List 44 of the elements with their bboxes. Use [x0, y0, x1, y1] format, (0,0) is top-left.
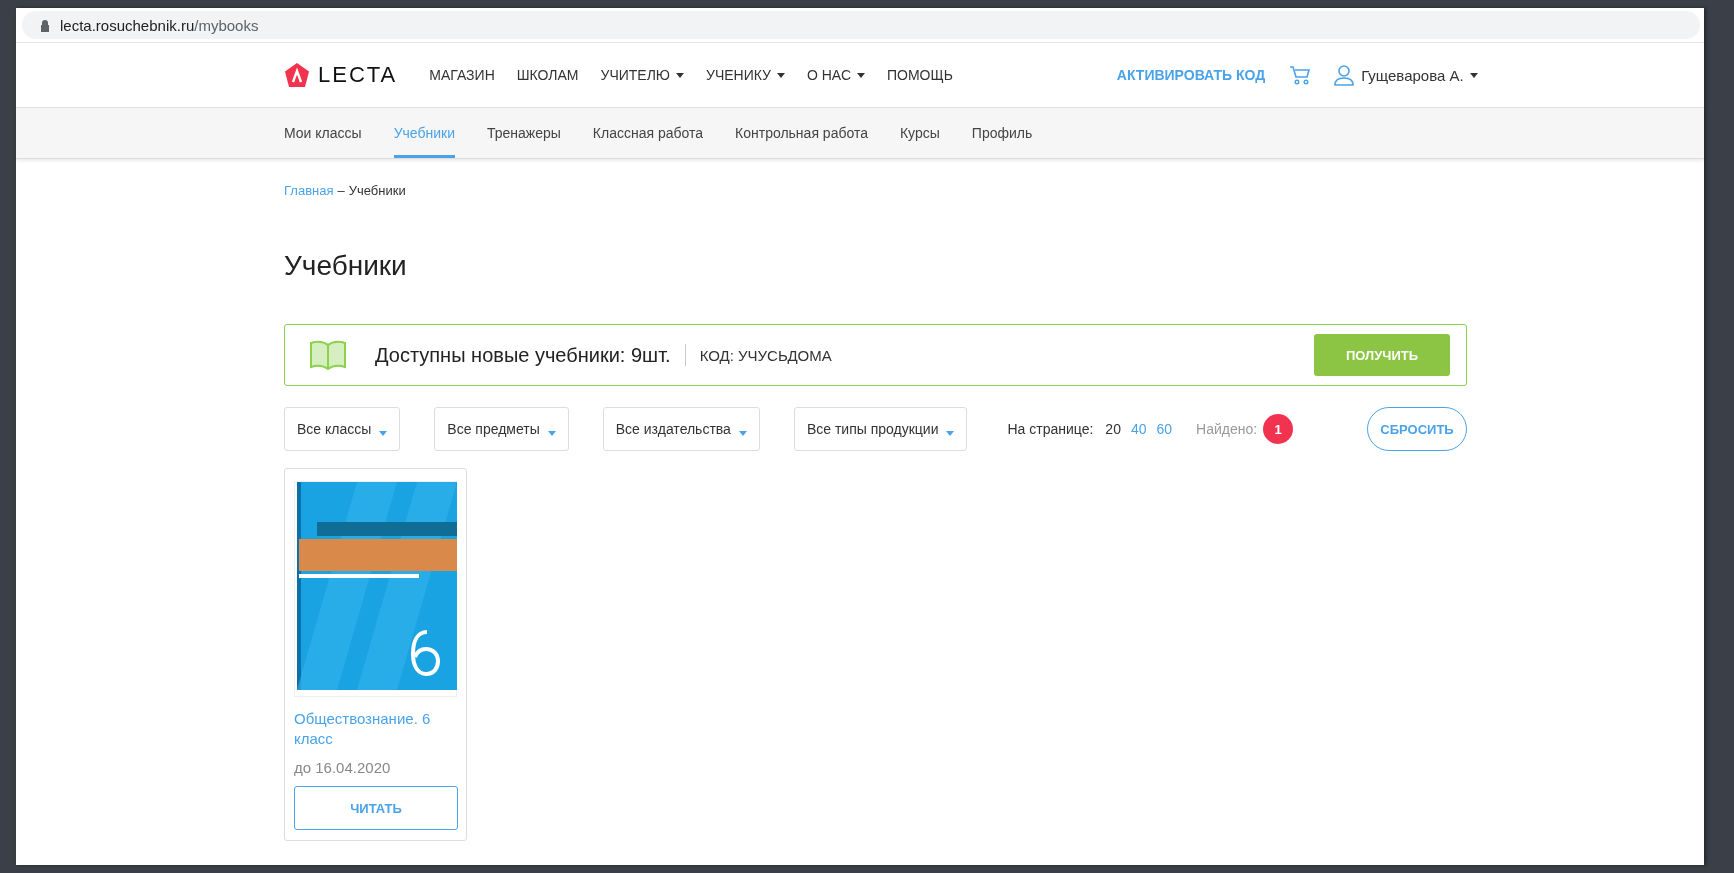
nav-link[interactable]: УЧИТЕЛЮ: [600, 67, 684, 83]
caret-icon: [738, 430, 747, 436]
caret-icon: [547, 430, 556, 436]
nav-link[interactable]: ШКОЛАМ: [516, 67, 579, 83]
user-icon: [1333, 64, 1356, 86]
caret-icon: [379, 430, 388, 436]
book-cover-image[interactable]: [297, 482, 457, 690]
url-text: lecta.rosuchebnik.ru/mybooks: [60, 16, 259, 34]
nav-link[interactable]: УЧЕНИКУ: [706, 67, 785, 83]
book-icon: [309, 339, 347, 371]
logo-text[interactable]: LECTA: [318, 62, 398, 88]
address-bar[interactable]: lecta.rosuchebnik.ru/mybooks: [22, 11, 1700, 39]
count-badge: 1: [1263, 414, 1294, 444]
caret-icon: [857, 72, 865, 78]
tab[interactable]: Мои классы: [284, 108, 362, 158]
nav-link[interactable]: ПОМОЩЬ: [887, 67, 953, 83]
breadcrumb-current: Учебники: [348, 183, 406, 198]
caret-icon: [946, 430, 955, 436]
lock-icon: [40, 18, 50, 32]
access-date: до 16.04.2020: [294, 759, 392, 776]
tab[interactable]: Классная работа: [592, 108, 704, 158]
promo-code: КОД: УЧУСЬДОМА: [699, 346, 832, 364]
caret-icon: [1469, 72, 1478, 78]
page-title: Учебники: [284, 250, 408, 282]
nav-link[interactable]: О НАС: [806, 67, 865, 83]
user-menu[interactable]: Гущеварова А.: [1333, 64, 1478, 86]
filter-dropdown[interactable]: Все издательства: [602, 407, 760, 451]
banner-text: Доступны новые учебники: 9шт.: [375, 343, 671, 367]
tab[interactable]: Тренажеры: [486, 108, 561, 158]
filter-dropdown[interactable]: Все предметы: [434, 407, 569, 451]
cart-icon[interactable]: [1289, 65, 1312, 85]
logo-icon[interactable]: [284, 62, 310, 88]
tab[interactable]: Курсы: [899, 108, 940, 158]
found-label: Найдено:: [1196, 421, 1258, 437]
caret-icon: [676, 72, 684, 78]
per-page-option[interactable]: 20: [1105, 421, 1121, 437]
tab[interactable]: Профиль: [971, 108, 1033, 158]
nav-link[interactable]: МАГАЗИН: [429, 67, 495, 83]
filter-dropdown[interactable]: Все типы продукции: [793, 407, 968, 451]
caret-icon: [776, 72, 785, 78]
per-page-label: На странице:: [1007, 421, 1094, 437]
filter-dropdown[interactable]: Все классы: [284, 407, 401, 451]
tab[interactable]: Контрольная работа: [735, 108, 868, 158]
breadcrumb-separator: –: [337, 183, 345, 198]
